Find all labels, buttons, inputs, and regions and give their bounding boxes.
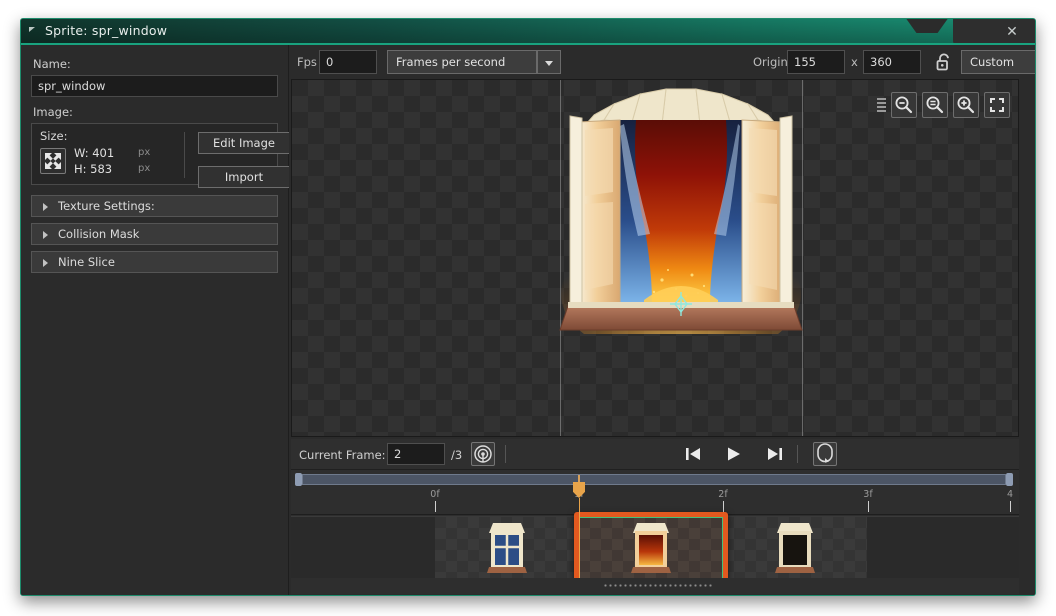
sprite-toolbar: Fps 0 Frames per second Origin 155 x 360 bbox=[289, 45, 1035, 79]
skip-to-start-button[interactable] bbox=[683, 445, 703, 463]
window-body: Name: spr_window Image: Size: W: 401 H: … bbox=[21, 45, 1035, 595]
titlebar-right-block bbox=[953, 19, 1035, 43]
timeline-scroll-left-cap[interactable] bbox=[295, 473, 302, 486]
toolbar-separator bbox=[505, 445, 506, 463]
origin-y-input[interactable]: 360 bbox=[863, 50, 921, 74]
chevron-right-icon bbox=[43, 231, 48, 239]
fps-label: Fps bbox=[297, 55, 317, 69]
sprite-canvas[interactable] bbox=[291, 79, 1019, 437]
toolbar-separator bbox=[797, 445, 798, 463]
chevron-down-icon bbox=[545, 61, 553, 66]
height-unit: px bbox=[138, 163, 151, 174]
origin-preset-select[interactable]: Custom bbox=[961, 50, 1035, 74]
window-titlebar: Sprite: spr_window ✕ bbox=[21, 19, 1035, 45]
frame-2[interactable] bbox=[723, 517, 867, 579]
ruler-tick-4 bbox=[1010, 501, 1011, 512]
section-nine-slice[interactable]: Nine Slice bbox=[31, 251, 278, 273]
triangle-collapse-icon[interactable] bbox=[29, 27, 35, 32]
width-unit: px bbox=[138, 147, 151, 158]
ruler-tick-2 bbox=[723, 501, 724, 512]
frame-control-bar: Current Frame: 2 /3 bbox=[291, 439, 1019, 469]
origin-x-input[interactable]: 155 bbox=[787, 50, 845, 74]
section-collision-mask[interactable]: Collision Mask bbox=[31, 223, 278, 245]
sprite-image bbox=[559, 88, 803, 334]
timeline-scroll-right-cap[interactable] bbox=[1006, 473, 1013, 486]
section-label: Texture Settings: bbox=[58, 199, 155, 213]
unlocked-padlock-icon[interactable] bbox=[935, 52, 953, 76]
sprite-name-input[interactable]: spr_window bbox=[31, 75, 278, 97]
current-frame-label: Current Frame: bbox=[299, 448, 386, 462]
playback-mode-dropdown-button[interactable] bbox=[537, 50, 561, 74]
frame-0[interactable] bbox=[435, 517, 579, 579]
image-label: Image: bbox=[33, 105, 73, 119]
zoom-out-button[interactable] bbox=[891, 92, 917, 118]
window-title: Sprite: spr_window bbox=[45, 23, 168, 38]
zoom-in-button[interactable] bbox=[953, 92, 979, 118]
fps-input[interactable]: 0 bbox=[319, 50, 377, 74]
close-icon[interactable]: ✕ bbox=[1003, 23, 1021, 41]
chevron-right-icon bbox=[43, 259, 48, 267]
total-frames-label: /3 bbox=[451, 448, 463, 462]
resize-grip-icon[interactable] bbox=[603, 583, 713, 588]
size-units: px px bbox=[138, 145, 150, 177]
ruler-tick-0 bbox=[435, 501, 436, 512]
timeline-ruler[interactable]: 0f1f2f3f4 bbox=[291, 487, 1019, 515]
sprite-editor-window: Sprite: spr_window ✕ Name: spr_window Im… bbox=[20, 18, 1036, 596]
current-frame-input[interactable]: 2 bbox=[387, 443, 445, 465]
loop-playback-icon[interactable] bbox=[813, 442, 837, 466]
properties-panel: Name: spr_window Image: Size: W: 401 H: … bbox=[21, 45, 290, 595]
section-label: Collision Mask bbox=[58, 227, 140, 241]
zoom-reset-button[interactable] bbox=[922, 92, 948, 118]
timeline-frames-track bbox=[291, 512, 1019, 584]
sprite-width-value: W: 401 bbox=[74, 146, 115, 160]
timeline-scroll-thumb[interactable] bbox=[302, 474, 1006, 485]
origin-label: Origin bbox=[753, 55, 788, 69]
timeline-scrollbar[interactable] bbox=[295, 473, 1013, 486]
titlebar-gradient bbox=[21, 19, 1035, 43]
editor-area: Fps 0 Frames per second Origin 155 x 360 bbox=[289, 45, 1035, 595]
ruler-label-3: 3f bbox=[863, 489, 873, 500]
name-label: Name: bbox=[33, 57, 71, 71]
frame-timeline: 0f1f2f3f4 bbox=[291, 469, 1019, 594]
ruler-label-2: 2f bbox=[718, 489, 728, 500]
timeline-footer bbox=[291, 578, 1019, 594]
size-dimensions: W: 401 H: 583 bbox=[74, 145, 114, 177]
image-box-divider bbox=[184, 132, 185, 178]
onion-skin-icon[interactable] bbox=[471, 442, 495, 466]
section-label: Nine Slice bbox=[58, 255, 115, 269]
zoom-toolbar bbox=[877, 92, 1010, 118]
chevron-right-icon bbox=[43, 203, 48, 211]
origin-separator: x bbox=[851, 55, 858, 69]
resize-arrows-icon[interactable] bbox=[40, 148, 66, 174]
skip-to-end-button[interactable] bbox=[765, 445, 785, 463]
play-button[interactable] bbox=[723, 445, 743, 463]
editor-right-filler bbox=[1019, 79, 1035, 595]
section-texture-settings[interactable]: Texture Settings: bbox=[31, 195, 278, 217]
ruler-tick-3 bbox=[868, 501, 869, 512]
ruler-label-4: 4 bbox=[1006, 489, 1014, 500]
frame-1[interactable] bbox=[579, 517, 723, 579]
drag-grip-icon[interactable] bbox=[877, 98, 886, 112]
edit-image-button[interactable]: Edit Image bbox=[198, 132, 290, 154]
playback-mode-select[interactable]: Frames per second bbox=[387, 50, 537, 74]
import-button[interactable]: Import bbox=[198, 166, 290, 188]
sprite-height-value: H: 583 bbox=[74, 162, 113, 176]
image-size-box: Size: W: 401 H: 583 px px Edit Image Imp… bbox=[31, 123, 290, 188]
ruler-label-0: 0f bbox=[430, 489, 440, 500]
zoom-fit-button[interactable] bbox=[984, 92, 1010, 118]
